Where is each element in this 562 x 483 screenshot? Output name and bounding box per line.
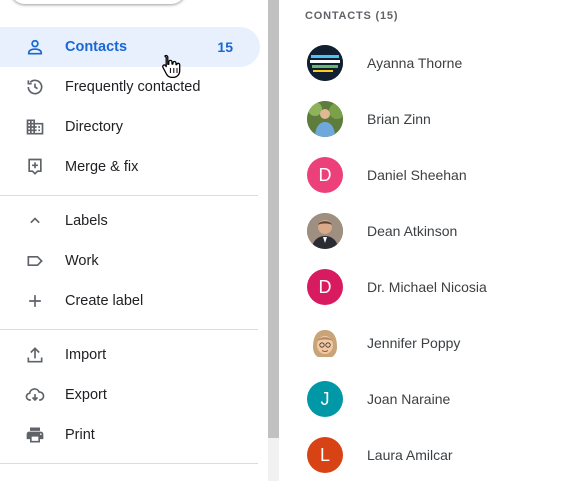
sidebar-item-label: Import — [65, 347, 107, 363]
label-icon — [24, 250, 46, 272]
printer-icon — [24, 424, 46, 446]
divider — [0, 329, 258, 330]
divider — [0, 195, 258, 196]
create-contact-button[interactable] — [10, 0, 186, 4]
divider — [0, 463, 258, 464]
sidebar-item-label: Create label — [65, 293, 144, 309]
contact-row[interactable]: Jennifer Poppy — [300, 315, 562, 371]
sidebar-item-work[interactable]: Work — [0, 241, 260, 281]
sidebar-item-label: Print — [65, 427, 95, 443]
avatar — [307, 45, 343, 81]
sidebar-item-import[interactable]: Import — [0, 335, 260, 375]
contact-name: Dean Atkinson — [367, 223, 458, 239]
person-icon — [24, 36, 46, 58]
avatar — [307, 101, 343, 137]
plus-icon — [24, 290, 46, 312]
contact-name: Daniel Sheehan — [367, 167, 467, 183]
sidebar-item-directory[interactable]: Directory — [0, 107, 260, 147]
sidebar-item-label: Directory — [65, 119, 124, 135]
contact-name: Joan Naraine — [367, 391, 451, 407]
sidebar-item-create-label[interactable]: Create label — [0, 281, 260, 321]
sidebar-item-label: Frequently contacted — [65, 79, 201, 95]
upload-icon — [24, 344, 46, 366]
scrollbar-thumb[interactable] — [268, 0, 279, 438]
history-icon — [24, 76, 46, 98]
sidebar-item-export[interactable]: Export — [0, 375, 260, 415]
contact-row[interactable]: Brian Zinn — [300, 91, 562, 147]
contact-name: Laura Amilcar — [367, 447, 453, 463]
chevron-up-icon — [24, 210, 46, 232]
hand-cursor-icon — [162, 54, 181, 79]
sidebar-item-label: Contacts — [65, 39, 128, 55]
sidebar-item-frequently-contacted[interactable]: Frequently contacted — [0, 67, 260, 107]
contact-row[interactable]: J Joan Naraine — [300, 371, 562, 427]
contact-name: Brian Zinn — [367, 111, 431, 127]
avatar: L — [307, 437, 343, 473]
sidebar-item-contacts[interactable]: Contacts 15 — [0, 27, 260, 67]
avatar: J — [307, 381, 343, 417]
contact-row[interactable]: D Dr. Michael Nicosia — [300, 259, 562, 315]
sidebar-item-label: Work — [65, 253, 99, 269]
sidebar-item-merge-fix[interactable]: Merge & fix — [0, 147, 260, 187]
sidebar-item-label: Merge & fix — [65, 159, 139, 175]
contacts-count-badge: 15 — [217, 39, 233, 55]
avatar: D — [307, 157, 343, 193]
avatar — [307, 213, 343, 249]
contact-name: Jennifer Poppy — [367, 335, 461, 351]
building-icon — [24, 116, 46, 138]
merge-fix-icon — [24, 156, 46, 178]
contact-row[interactable]: L Laura Amilcar — [300, 427, 562, 483]
contact-name: Ayanna Thorne — [367, 55, 463, 71]
contacts-list-header: CONTACTS (15) — [305, 10, 399, 22]
sidebar-item-print[interactable]: Print — [0, 415, 260, 455]
contact-name: Dr. Michael Nicosia — [367, 279, 487, 295]
sidebar-item-labels[interactable]: Labels — [0, 201, 260, 241]
sidebar-item-label: Export — [65, 387, 107, 403]
cloud-download-icon — [24, 384, 46, 406]
contact-row[interactable]: Dean Atkinson — [300, 203, 562, 259]
sidebar-item-label: Labels — [65, 213, 108, 229]
avatar: D — [307, 269, 343, 305]
contact-row[interactable]: Ayanna Thorne — [300, 35, 562, 91]
sidebar: Contacts 15 Frequently contacted Directo… — [0, 0, 268, 481]
contact-row[interactable]: D Daniel Sheehan — [300, 147, 562, 203]
avatar — [307, 325, 343, 361]
